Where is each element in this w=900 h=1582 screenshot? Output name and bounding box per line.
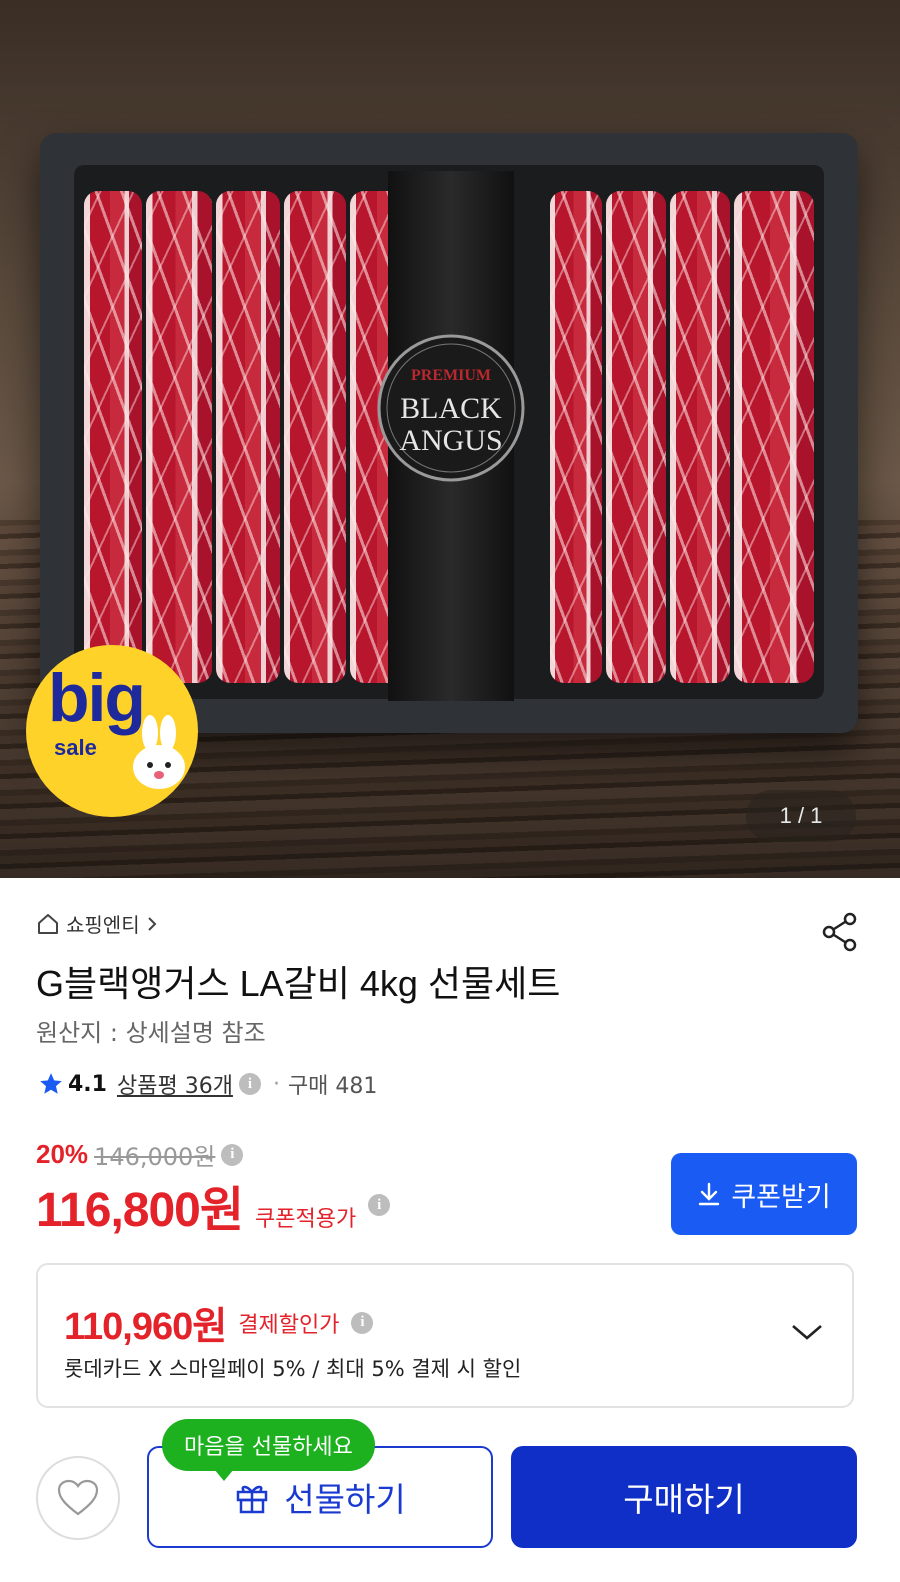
- review-count-link[interactable]: 상품평 36개: [117, 1068, 233, 1100]
- coupon-download-button[interactable]: 쿠폰받기: [671, 1153, 857, 1235]
- meat-strip: [734, 191, 814, 683]
- rating-row: 4.1 상품평 36개 i · 구매 481: [38, 1068, 377, 1100]
- payment-label: 결제할인가: [238, 1312, 340, 1338]
- payment-price: 110,960원: [64, 1306, 227, 1348]
- share-icon[interactable]: [820, 911, 860, 953]
- info-icon[interactable]: i: [368, 1194, 391, 1216]
- badge-sale-text: sale: [54, 735, 97, 760]
- product-image[interactable]: PREMIUM BLACK ANGUS big sale 1 / 1: [0, 0, 900, 878]
- gift-icon: [237, 1485, 268, 1514]
- product-title: G블랙앵거스 LA갈비 4kg 선물세트: [36, 963, 561, 1004]
- payment-discount-box[interactable]: 110,960원 결제할인가 i 롯데카드 X 스마일페이 5% / 최대 5%…: [36, 1263, 854, 1408]
- price-row: 116,800원 쿠폰적용가 i: [36, 1170, 391, 1240]
- download-icon: [699, 1182, 720, 1206]
- coupon-button-label: 쿠폰받기: [731, 1181, 831, 1213]
- wishlist-button[interactable]: [36, 1456, 120, 1540]
- breadcrumb[interactable]: 쇼핑엔티: [36, 909, 158, 938]
- meat-strip: [284, 191, 346, 683]
- chevron-down-icon[interactable]: [790, 1321, 824, 1343]
- meat-strip: [146, 191, 212, 683]
- info-icon[interactable]: i: [351, 1311, 374, 1334]
- emblem-line1: BLACK: [400, 392, 502, 425]
- image-pagination: 1 / 1: [746, 790, 856, 842]
- info-icon[interactable]: i: [238, 1073, 261, 1095]
- discount-row: 20% 146,000원 i: [36, 1137, 244, 1172]
- emblem-top-text: PREMIUM: [411, 367, 491, 384]
- rating-score: 4.1: [68, 1071, 107, 1097]
- buy-button[interactable]: 구매하기: [511, 1446, 857, 1548]
- price-label: 쿠폰적용가: [255, 1207, 357, 1232]
- meat-strip: [216, 191, 280, 683]
- meat-strip: [84, 191, 142, 683]
- gift-tooltip: 마음을 선물하세요: [162, 1419, 375, 1481]
- emblem-line2: ANGUS: [399, 424, 502, 457]
- big-sale-badge: big sale: [26, 645, 198, 817]
- gift-button-label: 선물하기: [284, 1480, 406, 1519]
- meat-tray: PREMIUM BLACK ANGUS: [40, 133, 858, 733]
- separator-dot: ·: [272, 1071, 280, 1097]
- breadcrumb-label: 쇼핑엔티: [66, 913, 140, 937]
- discount-rate: 20%: [36, 1139, 89, 1169]
- original-price: 146,000원: [94, 1143, 216, 1171]
- payment-price-row: 110,960원 결제할인가 i: [64, 1295, 374, 1350]
- payment-description: 롯데카드 X 스마일페이 5% / 최대 5% 결제 시 할인: [64, 1357, 522, 1381]
- rabbit-icon: [133, 715, 185, 789]
- buy-button-label: 구매하기: [623, 1480, 745, 1519]
- heart-icon: [57, 1479, 99, 1516]
- meat-strip: [550, 191, 602, 683]
- info-icon[interactable]: i: [221, 1143, 244, 1166]
- origin-text: 원산지 : 상세설명 참조: [36, 1019, 266, 1047]
- star-icon: [40, 1073, 62, 1094]
- purchase-count: 구매 481: [287, 1074, 378, 1099]
- home-icon: [38, 913, 58, 934]
- sale-price: 116,800원: [36, 1184, 244, 1237]
- meat-strip: [606, 191, 666, 683]
- chevron-right-icon: [147, 916, 157, 931]
- meat-strip: [670, 191, 730, 683]
- black-angus-emblem: PREMIUM BLACK ANGUS: [377, 334, 525, 482]
